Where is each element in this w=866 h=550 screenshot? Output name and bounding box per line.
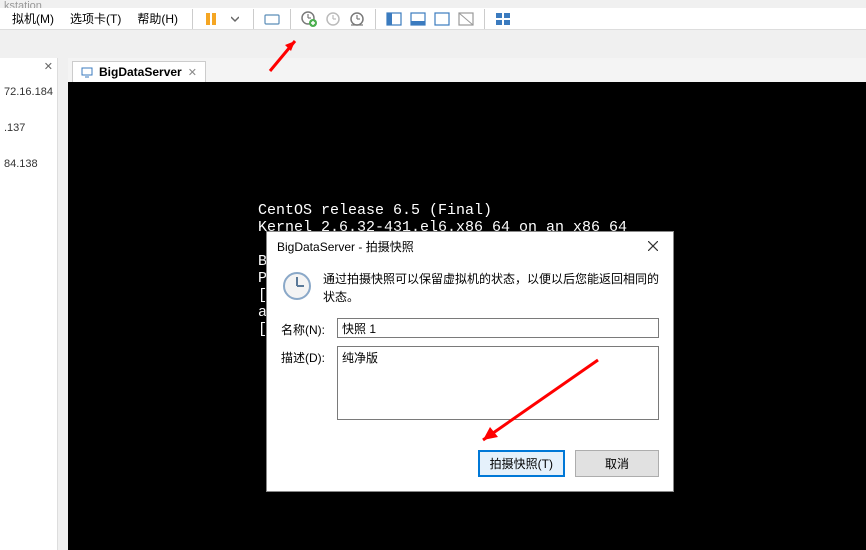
snapshot-dialog: BigDataServer - 拍摄快照 通过拍摄快照可以保留虚拟机的状态，以便… xyxy=(266,231,674,492)
view-split-button[interactable] xyxy=(382,7,406,31)
separator xyxy=(375,9,376,29)
send-ctrl-alt-del-button[interactable] xyxy=(260,7,284,31)
dialog-close-button[interactable] xyxy=(639,235,667,257)
app-title-fragment: kstation xyxy=(0,0,50,8)
manage-snapshot-button[interactable] xyxy=(345,7,369,31)
unity-icon xyxy=(458,12,474,26)
snapshot-name-input[interactable] xyxy=(337,318,659,338)
fullscreen-icon xyxy=(434,12,450,26)
keyboard-icon xyxy=(264,12,280,26)
desc-label: 描述(D): xyxy=(281,346,337,366)
separator xyxy=(192,9,193,29)
snapshot-add-icon xyxy=(300,10,318,28)
chevron-down-icon xyxy=(231,15,239,23)
separator xyxy=(290,9,291,29)
take-snapshot-button[interactable] xyxy=(297,7,321,31)
snapshot-manage-icon xyxy=(349,11,365,27)
single-view-icon xyxy=(410,12,426,26)
revert-snapshot-button[interactable] xyxy=(321,7,345,31)
dialog-title: BigDataServer - 拍摄快照 xyxy=(277,238,414,255)
vm-tab-icon xyxy=(81,66,93,78)
take-snapshot-confirm-button[interactable]: 拍摄快照(T) xyxy=(478,450,565,477)
tabbar: BigDataServer ✕ xyxy=(68,58,866,82)
sidebar-item[interactable]: 72.16.184. xyxy=(4,86,53,98)
sidebar-item[interactable]: 84.138 xyxy=(4,158,53,170)
pause-icon xyxy=(204,12,218,26)
pause-button[interactable] xyxy=(199,7,223,31)
menu-vm[interactable]: 拟机(M) xyxy=(4,8,62,29)
vm-tab-label: BigDataServer xyxy=(99,65,182,79)
fullscreen-button[interactable] xyxy=(430,7,454,31)
dialog-info-text: 通过拍摄快照可以保留虚拟机的状态，以便以后您能返回相同的状态。 xyxy=(323,270,659,306)
dialog-titlebar[interactable]: BigDataServer - 拍摄快照 xyxy=(267,232,673,260)
tab-close-button[interactable]: ✕ xyxy=(188,66,197,79)
thumbnail-button[interactable] xyxy=(491,7,515,31)
snapshot-revert-icon xyxy=(325,11,341,27)
name-label: 名称(N): xyxy=(281,318,337,338)
sidebar-item[interactable]: .137 xyxy=(4,122,53,134)
vm-tab[interactable]: BigDataServer ✕ xyxy=(72,61,206,82)
menubar: 拟机(M) 选项卡(T) 帮助(H) xyxy=(0,8,866,30)
separator xyxy=(484,9,485,29)
menu-help[interactable]: 帮助(H) xyxy=(129,8,186,29)
sidebar: ✕ 72.16.184. .137 84.138 xyxy=(0,58,58,550)
snapshot-desc-input[interactable] xyxy=(337,346,659,420)
split-view-icon xyxy=(386,12,402,26)
dropdown-button[interactable] xyxy=(223,7,247,31)
thumbnail-icon xyxy=(495,12,511,26)
cancel-button[interactable]: 取消 xyxy=(575,450,659,477)
unity-button[interactable] xyxy=(454,7,478,31)
sidebar-close-button[interactable]: ✕ xyxy=(44,60,53,73)
menu-tabs[interactable]: 选项卡(T) xyxy=(62,8,129,29)
view-single-button[interactable] xyxy=(406,7,430,31)
snapshot-clock-icon xyxy=(281,270,313,302)
close-icon xyxy=(648,241,658,251)
separator xyxy=(253,9,254,29)
